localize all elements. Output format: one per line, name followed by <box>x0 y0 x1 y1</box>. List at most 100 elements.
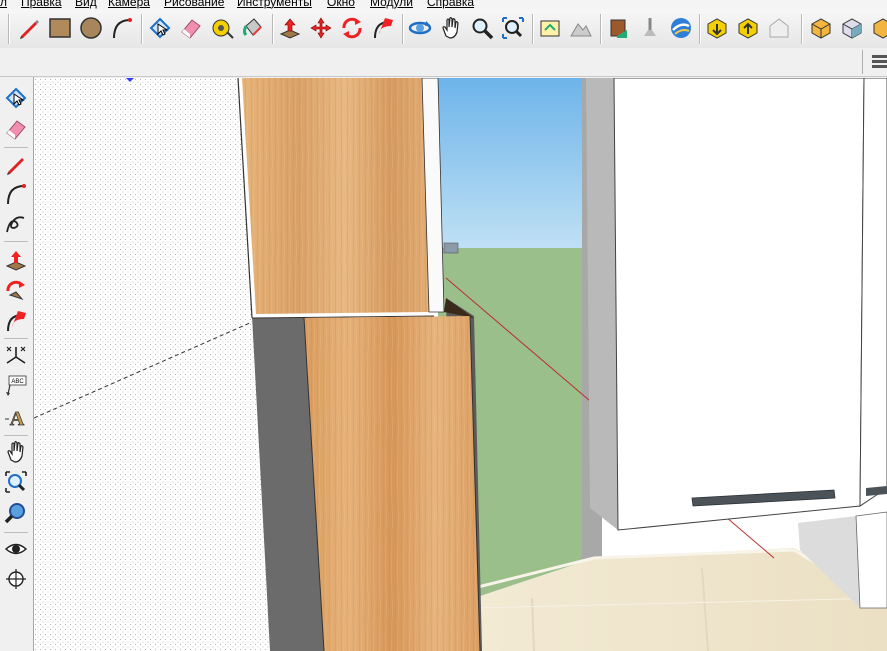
orbit-tool-button[interactable] <box>407 15 433 41</box>
zoom-tool-button[interactable] <box>469 15 495 41</box>
toggle-terrain-tool-button[interactable] <box>568 15 594 41</box>
pencil-icon <box>20 20 39 39</box>
upper-cabinet-door <box>613 78 865 531</box>
eraser-tool-button[interactable] <box>178 15 204 41</box>
left-position-camera-tool-button[interactable] <box>3 566 29 592</box>
left-zoom-extents-tool-button[interactable] <box>3 500 29 526</box>
menu-plugins[interactable]: Модули <box>370 0 413 9</box>
left-push-pull-tool-button[interactable] <box>3 247 29 273</box>
zoom-extents-icon <box>502 17 524 39</box>
zoom-extents-tool-button[interactable] <box>500 15 526 41</box>
left-axes-tool-button[interactable] <box>3 342 29 368</box>
share-model-tool-button[interactable] <box>637 15 663 41</box>
layers-icon <box>872 55 887 68</box>
google-earth-tool-button[interactable] <box>668 15 694 41</box>
left-toolbar: ABC A <box>0 77 34 651</box>
3d-text-tool-label: A <box>10 408 25 429</box>
rectangle-tool-button[interactable] <box>47 15 73 41</box>
menu-window[interactable]: Окно <box>327 0 355 9</box>
toolbar-separator <box>600 14 601 44</box>
layers-button[interactable] <box>870 52 887 72</box>
adjacent-cabinet-door <box>859 78 887 507</box>
pan-tool-button[interactable] <box>438 15 464 41</box>
toolbar-separator <box>862 50 863 74</box>
text-label-icon: ABC <box>6 375 27 396</box>
paint-bucket-tool-button[interactable] <box>240 15 266 41</box>
shaded-cube-icon <box>873 18 887 39</box>
left-follow-me-tool-button[interactable] <box>3 308 29 334</box>
xray-cube-icon <box>811 18 831 39</box>
toolbar-separator <box>4 435 28 436</box>
follow-me-tool-button[interactable] <box>370 15 396 41</box>
model-viewport[interactable] <box>34 78 887 651</box>
get-components-tool-button[interactable] <box>704 15 730 41</box>
rotate-tool-button[interactable] <box>339 15 365 41</box>
shaded-style-tool-button[interactable] <box>870 15 887 41</box>
upper-wood-grain <box>242 78 429 314</box>
add-location-icon <box>540 20 560 37</box>
left-pan-tool-button[interactable] <box>3 439 29 465</box>
left-3d-text-tool-button[interactable]: A <box>3 404 29 430</box>
toolbar-separator <box>4 147 28 148</box>
toolbar-separator <box>699 14 700 44</box>
share-component-icon <box>738 18 758 39</box>
wireframe-style-tool-button[interactable] <box>839 15 865 41</box>
toolbar-separator <box>8 14 9 44</box>
left-line-tool-button[interactable] <box>3 151 29 177</box>
toolbar-separator <box>272 14 273 44</box>
menu-view[interactable]: Вид <box>75 0 97 9</box>
get-components-icon <box>707 18 727 39</box>
menu-help[interactable]: Справка <box>427 0 474 9</box>
position-camera-icon <box>6 569 26 589</box>
warehouse-icon <box>769 18 789 38</box>
left-text-tool-button[interactable]: ABC <box>3 373 29 399</box>
eye-icon <box>4 543 28 555</box>
line-tool-button[interactable] <box>16 15 42 41</box>
get-models-tool-button[interactable] <box>606 15 632 41</box>
toolbar-separator <box>801 14 802 44</box>
select-tool-button[interactable] <box>147 15 173 41</box>
left-zoom-window-tool-button[interactable] <box>3 469 29 495</box>
menu-camera[interactable]: Камера <box>108 0 150 9</box>
tape-measure-icon <box>212 19 234 39</box>
move-tool-button[interactable] <box>308 15 334 41</box>
zoom-extents-icon <box>4 503 25 524</box>
wireframe-cube-icon <box>842 18 862 39</box>
left-select-tool-button[interactable] <box>3 85 29 111</box>
share-component-tool-button[interactable] <box>735 15 761 41</box>
toolbar-separator <box>4 338 28 339</box>
rectangle-icon <box>49 18 71 38</box>
left-look-around-tool-button[interactable] <box>3 536 29 562</box>
left-freehand-tool-button[interactable] <box>3 211 29 237</box>
toolbar-separator <box>141 14 142 44</box>
arc-tool-button[interactable] <box>109 15 135 41</box>
tape-measure-tool-button[interactable] <box>209 15 235 41</box>
menu-tools[interactable]: Инструменты <box>237 0 312 9</box>
model-scene <box>34 78 887 651</box>
add-location-tool-button[interactable] <box>537 15 563 41</box>
menu-edit[interactable]: Правка <box>21 0 62 9</box>
3d-text-icon: A <box>5 408 25 429</box>
arc-icon <box>7 184 26 205</box>
secondary-toolbar <box>0 48 887 77</box>
left-rotate-tool-button[interactable] <box>3 278 29 304</box>
extension-warehouse-tool-button[interactable] <box>766 15 792 41</box>
hand-icon <box>7 441 24 463</box>
xray-style-tool-button[interactable] <box>808 15 834 41</box>
terrain-icon <box>570 23 592 37</box>
follow-me-icon <box>374 18 393 39</box>
left-eraser-tool-button[interactable] <box>3 116 29 142</box>
push-pull-icon <box>5 251 27 271</box>
follow-me-icon <box>7 311 26 332</box>
push-pull-icon <box>279 18 301 39</box>
circle-tool-button[interactable] <box>78 15 104 41</box>
axes-icon <box>6 346 26 364</box>
sky <box>438 78 598 248</box>
select-cursor-icon <box>149 17 171 39</box>
menu-draw[interactable]: Рисование <box>164 0 224 9</box>
toolbar-separator <box>532 14 533 44</box>
menu-file[interactable]: л <box>0 0 7 9</box>
push-pull-tool-button[interactable] <box>277 15 303 41</box>
arc-icon <box>113 18 132 39</box>
left-arc-tool-button[interactable] <box>3 181 29 207</box>
